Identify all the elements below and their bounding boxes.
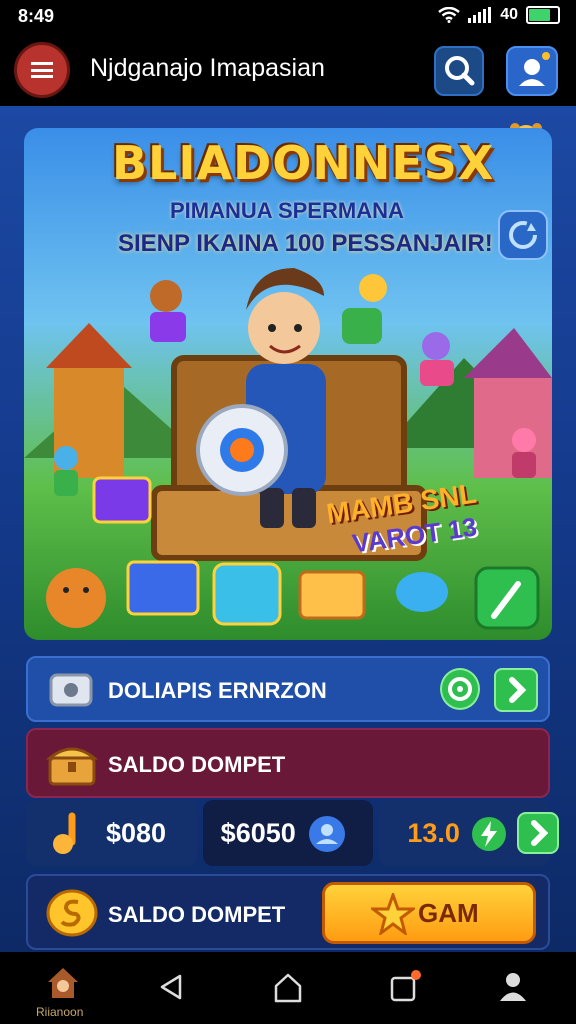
back-icon[interactable] [156,972,186,1002]
app-title: Njdganajo Imapasian [90,54,325,82]
user-icon [519,52,550,86]
battery-icon [526,6,560,24]
recent-apps-icon[interactable] [388,968,424,1004]
row-label: DOLIAPIS ERNRZON [108,678,327,703]
home-house-icon[interactable] [46,966,80,1000]
search-icon [445,56,475,86]
status-bar: 8:49 40 [0,0,576,34]
coin-icon [46,889,98,937]
banner-subtitle-2: SIENP IKAINA 100 PESSANJAIR! [118,230,493,257]
refresh-button[interactable] [498,210,548,260]
clock: 8:49 [18,6,55,26]
home-icon[interactable] [272,972,304,1004]
lightning-icon[interactable] [471,816,507,852]
treasure-box-icon [46,747,98,786]
stat-value: 13.0 [407,818,460,848]
chevron-right-icon[interactable] [517,812,560,854]
row-label: SALDO DOMPET [108,902,286,927]
stat-cell[interactable]: $080 [26,800,197,866]
target-icon [448,677,472,701]
row-label: SALDO DOMPET [108,752,286,777]
stat-cell[interactable]: 13.0 [379,800,560,866]
stats-row: $080 $6050 13.0 [26,800,560,866]
user-badge-icon [308,816,345,852]
safe-icon [49,673,93,707]
chevron-right-icon [509,677,527,703]
stat-value: $080 [106,818,167,848]
target-button[interactable] [440,668,480,710]
account-icon[interactable] [496,968,530,1004]
music-note-icon [53,812,76,854]
stat-value: $6050 [220,818,296,848]
refresh-icon [509,221,537,249]
nav-home-label: Riianoon [36,1005,84,1019]
search-button[interactable] [434,46,484,96]
wallet-row[interactable]: SALDO DOMPET [26,728,550,798]
signal-icon [468,7,492,23]
next-button[interactable] [494,668,538,712]
menu-button[interactable] [14,42,70,98]
banner-subtitle: PIMANUA SPERMANA [170,198,404,223]
hamburger-icon [31,62,53,78]
bottom-nav [0,952,576,1024]
star-icon [371,893,415,935]
banner-title: BLIADONNESX [112,136,495,190]
app-header: Njdganajo Imapasian [0,34,576,106]
wifi-icon [438,7,460,23]
network-type: 40 [500,6,518,23]
stat-cell[interactable]: $6050 [202,800,374,866]
info-row[interactable]: DOLIAPIS ERNRZON [26,656,550,722]
profile-button[interactable] [506,46,558,96]
claim-button-label: GAM [418,898,479,928]
